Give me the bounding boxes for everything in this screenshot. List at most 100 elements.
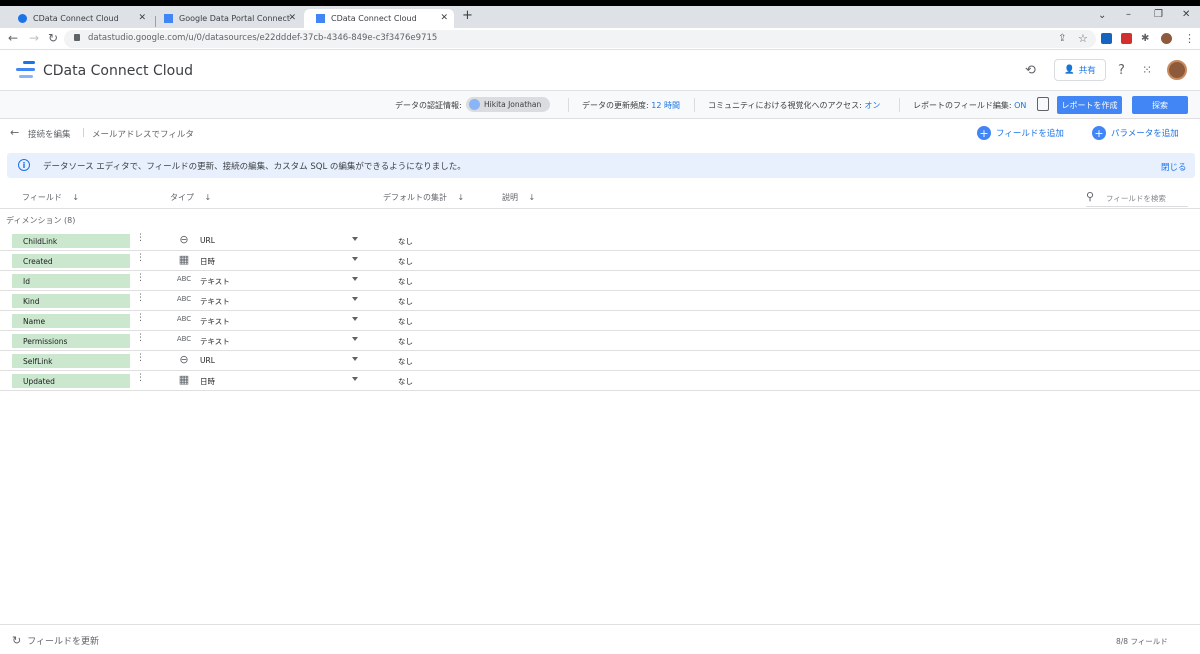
extension-icon[interactable] (1101, 33, 1112, 44)
field-menu-kebab-icon[interactable]: ⋮ (136, 234, 145, 243)
community-value[interactable]: オン (864, 101, 880, 110)
dropdown-caret-icon[interactable] (352, 237, 358, 241)
field-menu-kebab-icon[interactable]: ⋮ (136, 334, 145, 343)
field-menu-kebab-icon[interactable]: ⋮ (136, 254, 145, 263)
field-type-select[interactable]: 日時 (200, 256, 215, 267)
field-menu-kebab-icon[interactable]: ⋮ (136, 274, 145, 283)
lock-icon (74, 34, 80, 41)
copy-icon[interactable] (1037, 97, 1049, 111)
share-button[interactable]: 👤 共有 (1054, 59, 1106, 81)
freshness-setting[interactable]: データの更新頻度: 12 時間 (582, 100, 680, 111)
explore-button[interactable]: 探索 (1132, 96, 1188, 114)
back-icon[interactable]: ← (8, 31, 18, 45)
field-name-chip[interactable]: Updated (12, 374, 130, 388)
browser-tab-3-active[interactable]: CData Connect Cloud ✕ (304, 9, 454, 28)
browser-tab-2[interactable]: Google Data Portal Connect to D ✕ (152, 9, 302, 28)
sort-arrow-icon: ↓ (528, 193, 536, 202)
create-report-button[interactable]: レポートを作成 (1057, 96, 1122, 114)
field-menu-kebab-icon[interactable]: ⋮ (136, 294, 145, 303)
field-aggregation[interactable]: なし (398, 296, 413, 307)
freshness-value[interactable]: 12 時間 (651, 101, 680, 110)
field-type-select[interactable]: テキスト (200, 276, 230, 287)
field-aggregation[interactable]: なし (398, 276, 413, 287)
add-parameter-button[interactable]: + パラメータを追加 (1092, 126, 1179, 140)
edit-connection-link[interactable]: 接続を編集 (28, 128, 71, 140)
field-edit-setting[interactable]: レポートのフィールド編集: ON (913, 100, 1026, 111)
column-header-type[interactable]: タイプ ↓ (170, 192, 211, 203)
field-type-select[interactable]: テキスト (200, 316, 230, 327)
add-field-button[interactable]: + フィールドを追加 (977, 126, 1064, 140)
field-menu-kebab-icon[interactable]: ⋮ (136, 354, 145, 363)
dropdown-caret-icon[interactable] (352, 277, 358, 281)
apps-grid-icon[interactable]: ⁙ (1142, 63, 1152, 77)
field-name-chip[interactable]: Kind (12, 294, 130, 308)
field-aggregation[interactable]: なし (398, 336, 413, 347)
share-page-icon[interactable]: ⇪ (1058, 33, 1066, 44)
dropdown-caret-icon[interactable] (352, 257, 358, 261)
field-count: 8/8 フィールド (1116, 637, 1168, 646)
restore-icon[interactable]: ❐ (1154, 9, 1163, 20)
field-row: Created ⋮ ▦ 日時 なし (0, 251, 1200, 271)
column-header-field[interactable]: フィールド ↓ (22, 192, 79, 203)
url-text[interactable]: datastudio.google.com/u/0/datasources/e2… (88, 33, 437, 43)
field-menu-kebab-icon[interactable]: ⋮ (136, 314, 145, 323)
share-label: 共有 (1078, 66, 1096, 76)
back-arrow-icon[interactable]: ← (10, 126, 19, 139)
field-aggregation[interactable]: なし (398, 316, 413, 327)
dropdown-caret-icon[interactable] (352, 317, 358, 321)
dropdown-caret-icon[interactable] (352, 357, 358, 361)
data-studio-logo-icon[interactable] (16, 61, 36, 79)
app-header: CData Connect Cloud ⟲ 👤 共有 ? ⁙ (0, 51, 1200, 91)
help-icon[interactable]: ? (1118, 63, 1125, 78)
avatar[interactable] (1167, 60, 1187, 80)
forward-icon[interactable]: → (29, 31, 39, 45)
info-banner: i データソース エディタで、フィールドの更新、接続の編集、カスタム SQL の… (7, 153, 1195, 178)
column-header-aggregation[interactable]: デフォルトの集計 ↓ (383, 192, 464, 203)
field-name-chip[interactable]: Created (12, 254, 130, 268)
field-search-input[interactable]: ⚲ フィールドを検索 (1086, 189, 1188, 207)
field-type-select[interactable]: URL (200, 236, 215, 245)
refresh-label: フィールドを更新 (27, 637, 100, 647)
close-tab-icon[interactable]: ✕ (138, 13, 146, 23)
field-edit-value[interactable]: ON (1014, 101, 1026, 110)
close-tab-icon[interactable]: ✕ (440, 13, 448, 23)
field-name-chip[interactable]: ChildLink (12, 234, 130, 248)
field-aggregation[interactable]: なし (398, 256, 413, 267)
refresh-fields-button[interactable]: ↻ フィールドを更新 (12, 634, 99, 647)
minimize-icon[interactable]: – (1126, 9, 1131, 20)
reload-icon[interactable]: ↻ (48, 31, 58, 45)
field-type-select[interactable]: テキスト (200, 296, 230, 307)
field-aggregation[interactable]: なし (398, 236, 413, 247)
bookmark-star-icon[interactable]: ☆ (1078, 32, 1088, 45)
profile-icon[interactable] (1161, 33, 1172, 44)
field-name-chip[interactable]: Permissions (12, 334, 130, 348)
field-name-chip[interactable]: SelfLink (12, 354, 130, 368)
field-name-chip[interactable]: Name (12, 314, 130, 328)
field-type-select[interactable]: 日時 (200, 376, 215, 387)
pdf-extension-icon[interactable] (1121, 33, 1132, 44)
tab-title: Google Data Portal Connect to D (179, 14, 291, 23)
filter-by-email-link[interactable]: メールアドレスでフィルタ (92, 128, 194, 140)
credentials-user-chip[interactable]: Hikita Jonathan (466, 97, 550, 112)
dropdown-caret-icon[interactable] (352, 377, 358, 381)
version-history-icon[interactable]: ⟲ (1025, 63, 1036, 78)
field-menu-kebab-icon[interactable]: ⋮ (136, 374, 145, 383)
browser-tab-1[interactable]: CData Connect Cloud ✕ (6, 9, 152, 28)
user-avatar-icon (469, 99, 480, 110)
menu-kebab-icon[interactable]: ⋮ (1184, 32, 1195, 45)
field-type-select[interactable]: URL (200, 356, 215, 365)
field-type-select[interactable]: テキスト (200, 336, 230, 347)
puzzle-icon[interactable]: ✱ (1141, 33, 1149, 44)
community-setting[interactable]: コミュニティにおける視覚化へのアクセス: オン (708, 100, 880, 111)
tab-search-icon[interactable]: ⌄ (1098, 10, 1106, 21)
field-aggregation[interactable]: なし (398, 356, 413, 367)
new-tab-icon[interactable]: + (462, 8, 473, 23)
banner-close-link[interactable]: 閉じる (1161, 161, 1187, 173)
window-close-icon[interactable]: ✕ (1182, 9, 1190, 20)
close-tab-icon[interactable]: ✕ (288, 13, 296, 23)
field-aggregation[interactable]: なし (398, 376, 413, 387)
field-name-chip[interactable]: Id (12, 274, 130, 288)
dropdown-caret-icon[interactable] (352, 337, 358, 341)
dropdown-caret-icon[interactable] (352, 297, 358, 301)
column-header-description[interactable]: 説明 ↓ (502, 192, 535, 203)
